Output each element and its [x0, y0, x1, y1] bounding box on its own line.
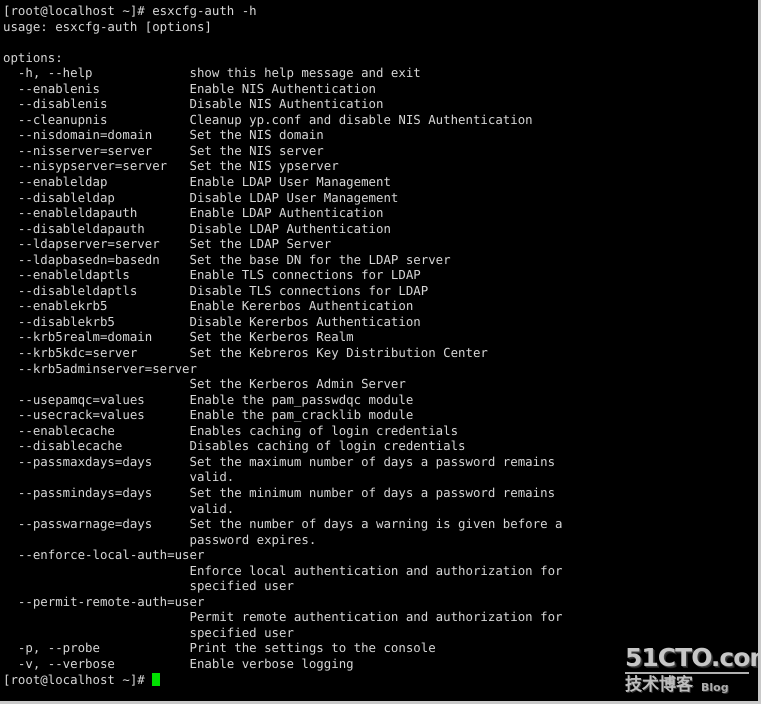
option-line: -h, --help show this help message and ex… — [3, 65, 421, 81]
option-line: specified user — [3, 624, 294, 640]
option-line: --disablecache Disables caching of login… — [3, 438, 466, 454]
terminal-window[interactable]: [root@localhost ~]# esxcfg-auth -h usage… — [0, 0, 761, 704]
watermark: 51CTO.com 技术博客 Blog — [625, 643, 761, 695]
option-line: --enablekrb5 Enable Kererbos Authenticat… — [3, 298, 414, 314]
option-line: --nisdomain=domain Set the NIS domain — [3, 127, 324, 143]
option-line: --enableldapauth Enable LDAP Authenticat… — [3, 205, 384, 221]
option-line: password expires. — [3, 531, 317, 547]
option-line: --enablenis Enable NIS Authentication — [3, 80, 376, 96]
option-line: --ldapserver=server Set the LDAP Server — [3, 236, 332, 252]
options-header: options: — [3, 49, 63, 65]
option-line: Set the Kerberos Admin Server — [3, 376, 406, 392]
option-line: valid. — [3, 469, 235, 485]
command-prompt-line: [root@localhost ~]# esxcfg-auth -h — [3, 3, 257, 18]
option-line: Permit remote authentication and authori… — [3, 609, 563, 625]
option-line: --disablekrb5 Disable Kererbos Authentic… — [3, 313, 421, 329]
option-line: --cleanupnis Cleanup yp.conf and disable… — [3, 111, 533, 127]
watermark-subtitle-row: 技术博客 Blog — [625, 676, 750, 695]
option-line: --enablecache Enables caching of login c… — [3, 422, 459, 438]
text-cursor — [152, 672, 161, 686]
option-line: --nisypserver=server Set the NIS ypserve… — [3, 158, 339, 174]
option-line: --enableldap Enable LDAP User Management — [3, 174, 391, 190]
watermark-site-name: 51CTO.com — [625, 643, 761, 672]
option-line: Enforce local authentication and authori… — [3, 562, 563, 578]
option-line: --disablenis Disable NIS Authentication — [3, 96, 384, 112]
option-line: --passwarnage=days Set the number of day… — [3, 516, 563, 532]
option-line: valid. — [3, 500, 235, 516]
terminal-screen[interactable]: [root@localhost ~]# esxcfg-auth -h usage… — [0, 0, 758, 697]
usage-line: usage: esxcfg-auth [options] — [3, 18, 212, 34]
option-line: --ldapbasedn=basedn Set the base DN for … — [3, 251, 451, 267]
watermark-divider — [625, 672, 749, 674]
option-line: --disableldap Disable LDAP User Manageme… — [3, 189, 399, 205]
option-line: --disableldapauth Disable LDAP Authentic… — [3, 220, 391, 236]
option-line: --usecrack=values Enable the pam_crackli… — [3, 407, 414, 423]
option-line: --enableldaptls Enable TLS connections f… — [3, 267, 421, 283]
option-line: --passmindays=days Set the minimum numbe… — [3, 484, 556, 500]
bottom-prompt-text: [root@localhost ~]# — [3, 671, 153, 687]
option-line: --krb5realm=domain Set the Kerberos Real… — [3, 329, 354, 345]
option-line: --enforce-local-auth=user — [3, 547, 205, 563]
option-line: --permit-remote-auth=user — [3, 593, 205, 609]
watermark-blog-label: Blog — [701, 681, 729, 694]
option-line: --krb5adminserver=server — [3, 360, 197, 376]
option-line: specified user — [3, 578, 294, 594]
option-line: --usepamqc=values Enable the pam_passwdq… — [3, 391, 414, 407]
watermark-chinese-text: 技术博客 — [625, 675, 693, 695]
option-line: --krb5kdc=server Set the Kebreros Key Di… — [3, 345, 488, 361]
option-line: --passmaxdays=days Set the maximum numbe… — [3, 453, 556, 469]
option-line: --nisserver=server Set the NIS server — [3, 142, 324, 158]
options-list: -h, --help show this help message and ex… — [3, 65, 758, 671]
option-line: --disableldaptls Disable TLS connections… — [3, 282, 429, 298]
